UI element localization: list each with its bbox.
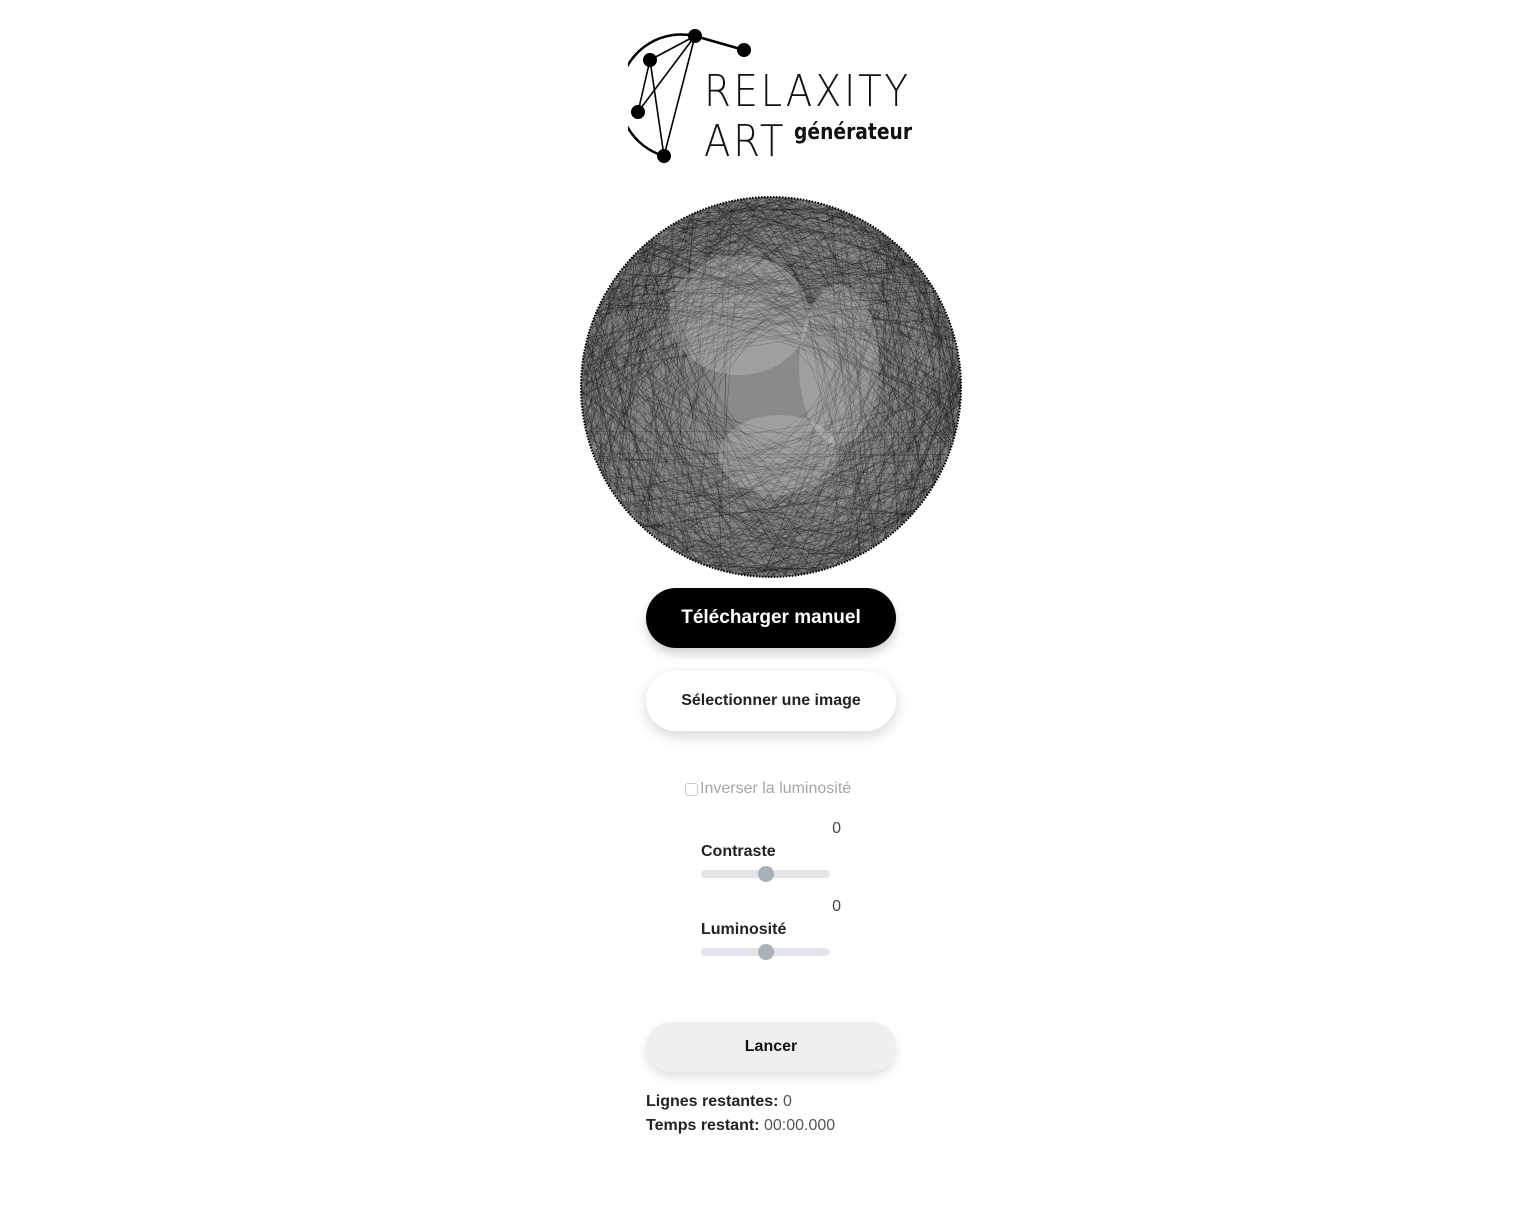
- invert-brightness-label: Inverser la luminosité: [700, 780, 852, 797]
- time-remaining-row: Temps restant: 00:00.000: [646, 1114, 835, 1138]
- contrast-slider[interactable]: [701, 866, 830, 882]
- lines-remaining-label: Lignes restantes:: [646, 1093, 779, 1110]
- relaxity-art-logo: RELAXITY ART générateur: [628, 28, 928, 168]
- lines-remaining-value: 0: [782, 1093, 792, 1110]
- logo-wordmark-top: RELAXITY: [704, 66, 911, 117]
- string-art-canvas: [580, 196, 962, 578]
- brightness-value: 0: [832, 898, 841, 915]
- progress-stats: Lignes restantes: 0 Temps restant: 00:00…: [646, 1090, 835, 1138]
- brightness-slider-handle[interactable]: [757, 944, 774, 960]
- brightness-label: Luminosité: [701, 921, 787, 938]
- run-button[interactable]: Lancer: [646, 1022, 896, 1072]
- lines-remaining-row: Lignes restantes: 0: [646, 1090, 835, 1114]
- invert-brightness-option[interactable]: Inverser la luminosité: [685, 780, 851, 798]
- logo-subtitle: générateur: [794, 120, 913, 145]
- download-manual-button[interactable]: Télécharger manuel: [646, 588, 896, 648]
- app-page: RELAXITY ART générateur Télécharger manu…: [0, 0, 1538, 1209]
- brightness-slider-group: 0 Luminosité: [701, 898, 841, 968]
- time-remaining-label: Temps restant:: [646, 1117, 760, 1134]
- select-image-button[interactable]: Sélectionner une image: [646, 671, 896, 731]
- brightness-slider[interactable]: [701, 944, 830, 960]
- contrast-slider-handle[interactable]: [757, 866, 774, 882]
- invert-brightness-checkbox[interactable]: [685, 782, 698, 796]
- contrast-value: 0: [832, 820, 841, 837]
- contrast-slider-group: 0 Contraste: [701, 820, 841, 890]
- contrast-label: Contraste: [701, 843, 776, 860]
- string-art-preview: [579, 195, 963, 579]
- time-remaining-value: 00:00.000: [763, 1117, 836, 1134]
- logo-wordmark-bottom: ART: [704, 116, 787, 167]
